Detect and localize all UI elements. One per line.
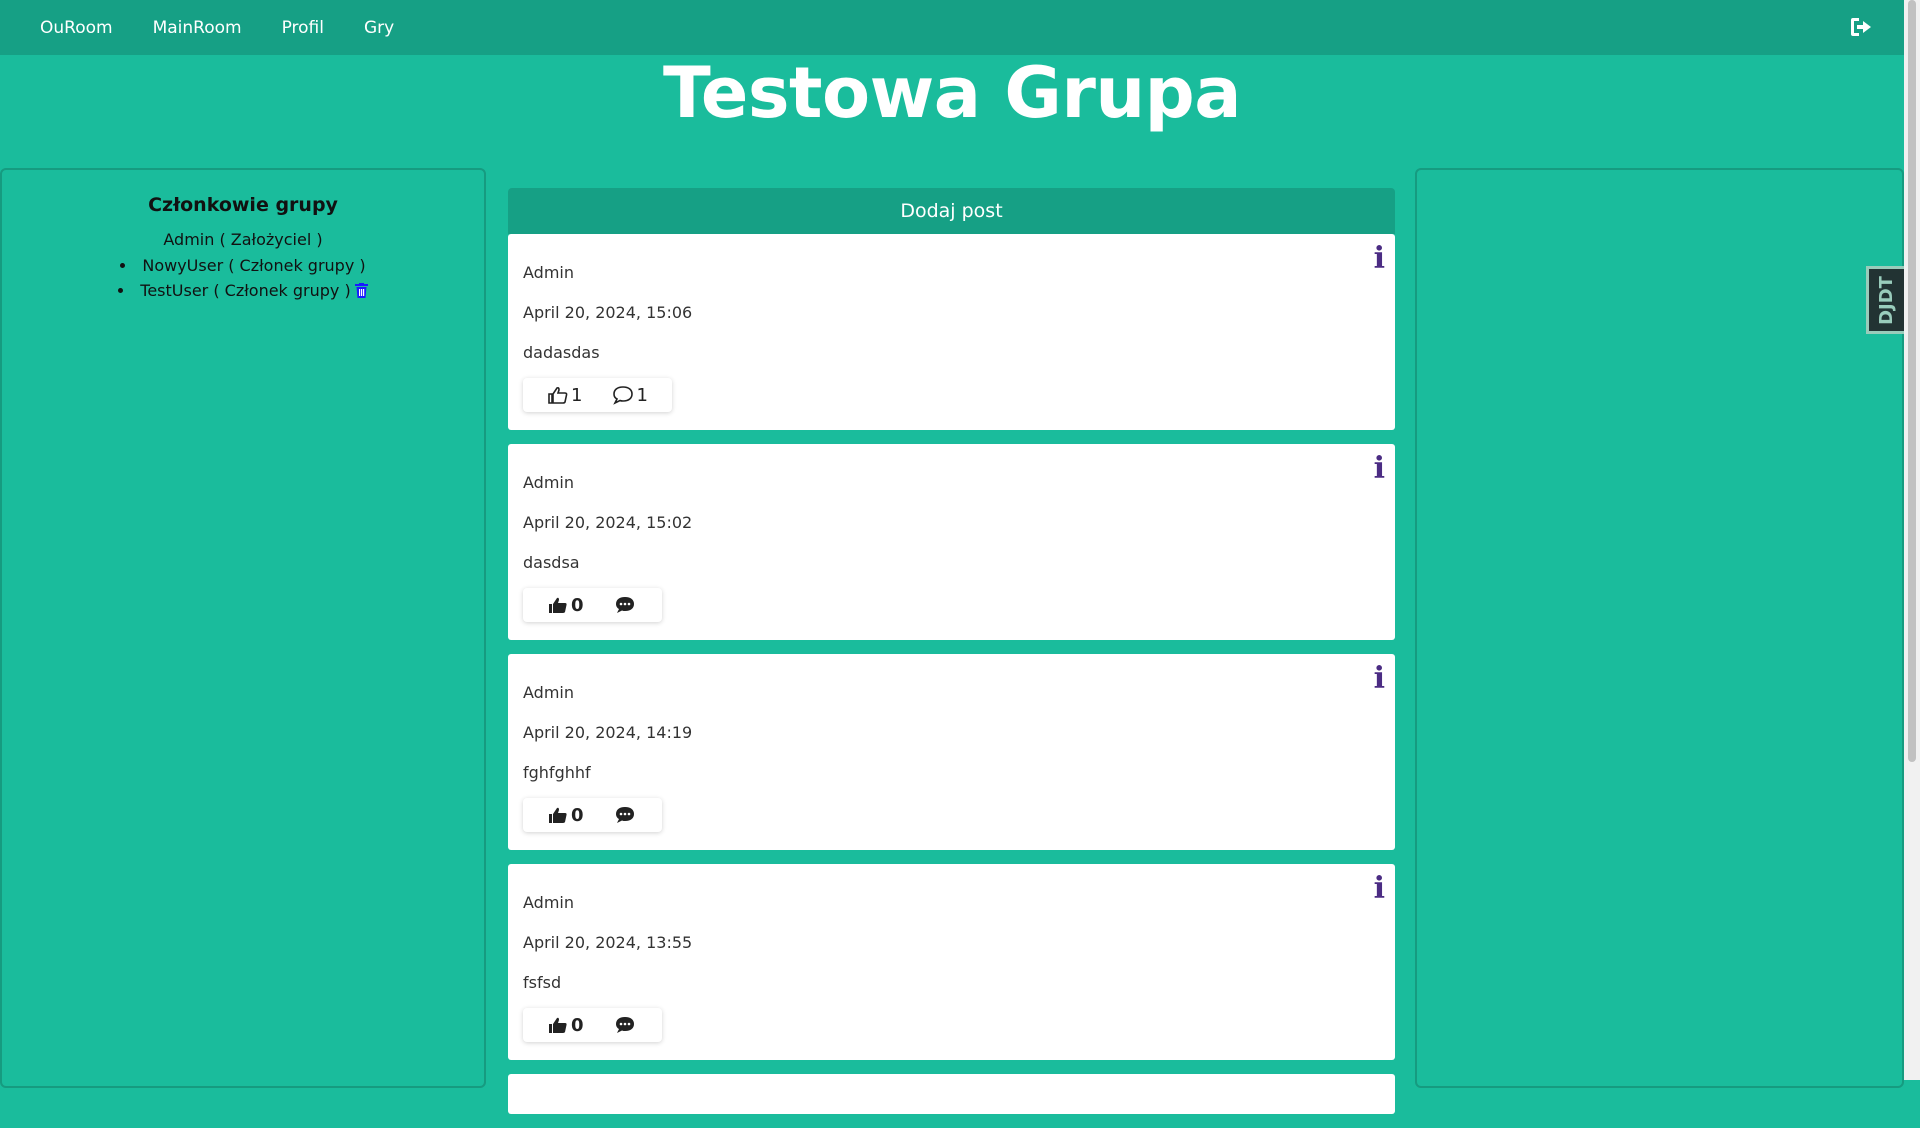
post-content: dasdsa — [523, 553, 580, 572]
post-author: Admin — [523, 473, 574, 492]
thumbs-up-icon — [549, 1017, 567, 1033]
post-date: April 20, 2024, 13:55 — [523, 933, 693, 952]
member-list: NowyUser ( Członek grupy ) TestUser ( Cz… — [2, 253, 484, 303]
post-actions: 0 — [523, 798, 662, 832]
post-date: April 20, 2024, 14:19 — [523, 723, 693, 742]
like-count: 0 — [571, 804, 584, 826]
post-card: i Admin April 20, 2024, 15:02 dasdsa 0 — [508, 444, 1395, 640]
debug-toolbar-handle[interactable]: DJDT — [1866, 266, 1904, 334]
post-actions: 0 — [523, 1008, 662, 1042]
post-card: i Admin April 20, 2024, 15:06 dadasdas 1… — [508, 234, 1395, 430]
list-item: TestUser ( Członek grupy ) — [2, 278, 484, 303]
post-author: Admin — [523, 263, 574, 282]
comment-outline-icon — [613, 386, 634, 405]
like-button[interactable]: 0 — [547, 805, 584, 826]
trash-icon[interactable] — [354, 283, 368, 298]
comment-dots-icon — [615, 1017, 634, 1033]
member-name: NowyUser ( Członek grupy ) — [142, 256, 366, 275]
scrollbar[interactable] — [1904, 0, 1920, 1080]
post-content: fghfghhf — [523, 763, 591, 782]
members-title: Członkowie grupy — [148, 194, 338, 216]
post-content: dadasdas — [523, 343, 600, 362]
nav-ouroom[interactable]: OuRoom — [0, 18, 133, 38]
members-panel: Członkowie grupy Admin ( Założyciel ) No… — [0, 168, 486, 1088]
post-author: Admin — [523, 683, 574, 702]
comment-button[interactable]: 1 — [612, 384, 648, 406]
sign-out-icon[interactable] — [1850, 16, 1874, 38]
nav-gry[interactable]: Gry — [344, 18, 414, 38]
info-icon[interactable]: i — [1374, 452, 1385, 486]
post-feed: Dodaj post i Admin April 20, 2024, 15:06… — [508, 188, 1395, 1128]
right-panel — [1415, 168, 1904, 1088]
member-founder: Admin ( Założyciel ) — [163, 230, 323, 249]
comment-button[interactable] — [614, 805, 638, 825]
post-card — [508, 1074, 1395, 1114]
info-icon[interactable]: i — [1374, 872, 1385, 906]
post-date: April 20, 2024, 15:06 — [523, 303, 693, 322]
comment-dots-icon — [615, 597, 634, 613]
debug-toolbar-label: DJDT — [1876, 275, 1898, 325]
like-count: 0 — [571, 594, 584, 616]
post-card: i Admin April 20, 2024, 14:19 fghfghhf 0 — [508, 654, 1395, 850]
top-navbar: OuRoom MainRoom Profil Gry — [0, 0, 1904, 55]
info-icon[interactable]: i — [1374, 242, 1385, 276]
post-actions: 0 — [523, 588, 662, 622]
post-date: April 20, 2024, 15:02 — [523, 513, 693, 532]
post-actions: 1 1 — [523, 378, 672, 412]
comment-button[interactable] — [614, 595, 638, 615]
info-icon[interactable]: i — [1374, 662, 1385, 696]
thumbs-up-outline-icon — [548, 386, 568, 404]
member-name: TestUser ( Członek grupy ) — [140, 281, 351, 300]
thumbs-up-icon — [549, 807, 567, 823]
like-button[interactable]: 0 — [547, 595, 584, 616]
nav-profil[interactable]: Profil — [262, 18, 344, 38]
post-author: Admin — [523, 893, 574, 912]
comment-button[interactable] — [614, 1015, 638, 1035]
comment-dots-icon — [615, 807, 634, 823]
thumbs-up-icon — [549, 597, 567, 613]
page-title: Testowa Grupa — [662, 52, 1242, 134]
like-button[interactable]: 0 — [547, 1015, 584, 1036]
like-count: 0 — [571, 1014, 584, 1036]
like-button[interactable]: 1 — [547, 385, 582, 406]
add-post-button[interactable]: Dodaj post — [508, 188, 1395, 234]
post-content: fsfsd — [523, 973, 562, 992]
comment-count: 1 — [636, 384, 648, 406]
like-count: 1 — [571, 384, 583, 406]
list-item: NowyUser ( Członek grupy ) — [2, 253, 484, 278]
scrollbar-thumb[interactable] — [1908, 0, 1916, 762]
nav-mainroom[interactable]: MainRoom — [133, 18, 262, 38]
post-card: i Admin April 20, 2024, 13:55 fsfsd 0 — [508, 864, 1395, 1060]
